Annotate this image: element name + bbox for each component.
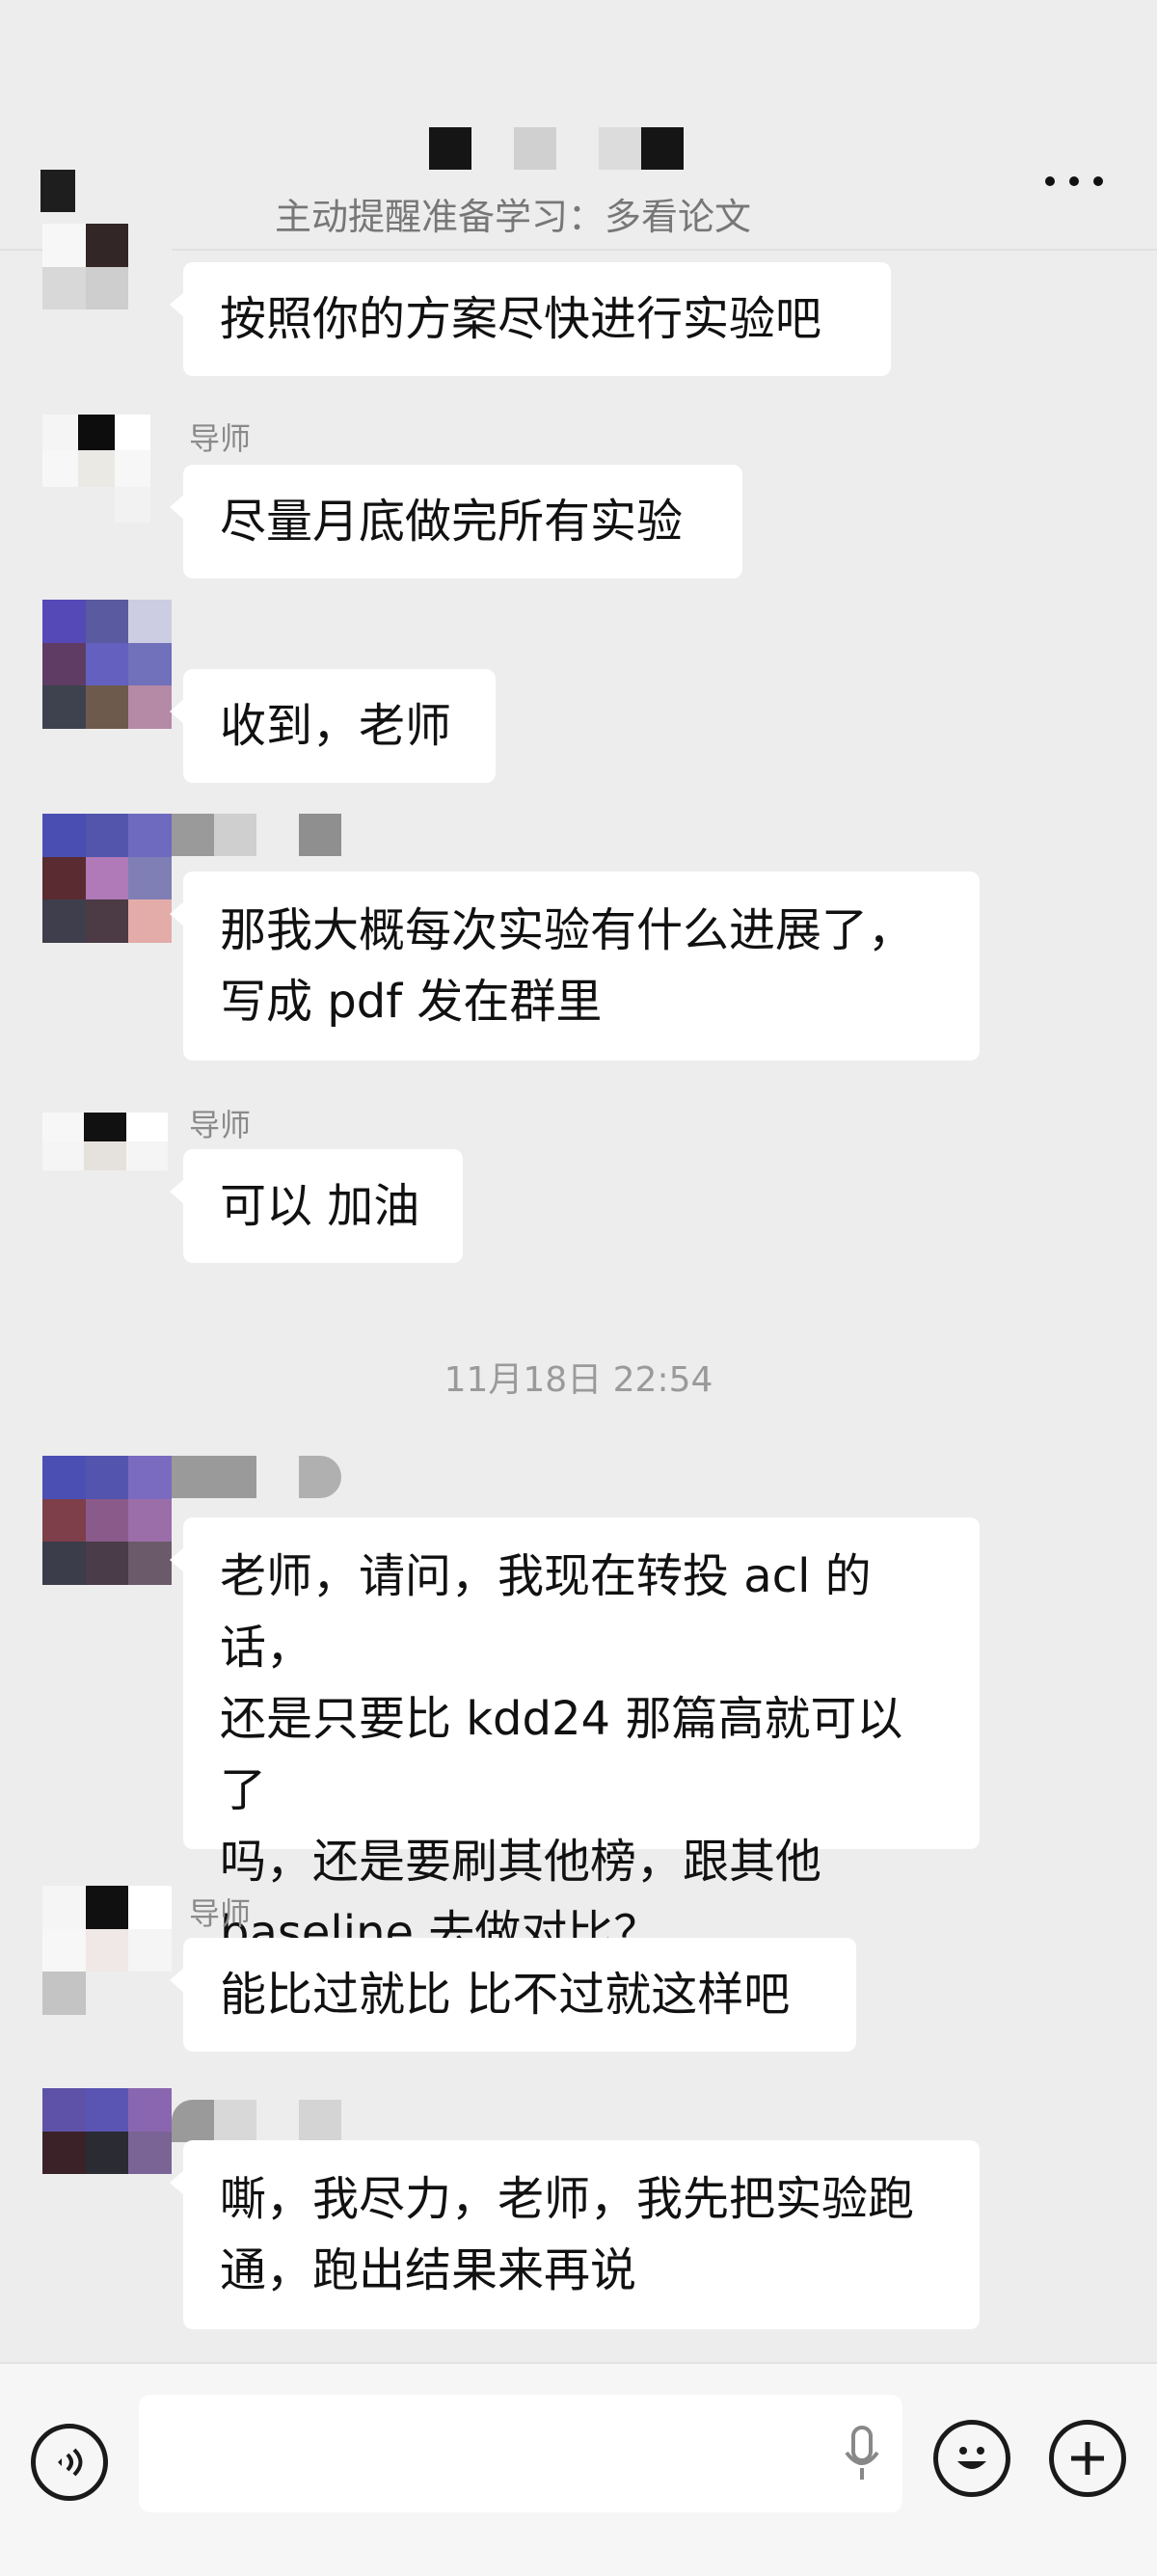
voice-mode-icon[interactable]	[31, 2424, 108, 2501]
avatar[interactable]	[42, 2088, 172, 2217]
sender-name: 导师	[189, 1895, 252, 1932]
message-bubble[interactable]: 收到，老师	[170, 669, 496, 783]
avatar[interactable]	[42, 600, 172, 729]
input-bar	[0, 2362, 1157, 2576]
sender-name-redacted	[172, 2100, 341, 2142]
message-bubble[interactable]: 按照你的方案尽快进行实验吧	[170, 262, 891, 376]
avatar[interactable]	[42, 1113, 168, 1199]
microphone-icon[interactable]	[843, 2424, 881, 2485]
message-bubble[interactable]: 可以 加油	[170, 1149, 463, 1263]
sender-name: 导师	[189, 1107, 252, 1143]
message-input[interactable]	[139, 2395, 902, 2512]
emoji-icon[interactable]	[933, 2420, 1010, 2497]
chat-messages[interactable]: 按照你的方案尽快进行实验吧 导师 尽量月底做完所有实验 收到，老师 那我大概每次…	[0, 0, 1157, 2362]
message-input-field[interactable]	[139, 2395, 902, 2512]
message-bubble[interactable]: 能比过就比 比不过就这样吧	[170, 1938, 856, 2052]
plus-icon[interactable]	[1049, 2420, 1126, 2497]
sender-name: 导师	[189, 420, 252, 457]
avatar[interactable]	[42, 224, 172, 353]
message-bubble[interactable]: 那我大概每次实验有什么进展了， 写成 pdf 发在群里	[170, 872, 980, 1060]
message-bubble[interactable]: 嘶，我尽力，老师，我先把实验跑 通，跑出结果来再说	[170, 2140, 980, 2329]
avatar[interactable]	[42, 1456, 172, 1585]
timestamp: 11月18日 22:54	[444, 1360, 713, 1400]
avatar[interactable]	[42, 415, 150, 523]
message-bubble[interactable]: 尽量月底做完所有实验	[170, 465, 742, 578]
sender-name-redacted	[172, 814, 341, 856]
avatar[interactable]	[42, 1886, 172, 2015]
avatar[interactable]	[42, 814, 172, 943]
sender-name-redacted	[172, 1456, 341, 1498]
message-bubble[interactable]: 老师，请问，我现在转投 acl 的话， 还是只要比 kdd24 那篇高就可以了 …	[170, 1517, 980, 1960]
